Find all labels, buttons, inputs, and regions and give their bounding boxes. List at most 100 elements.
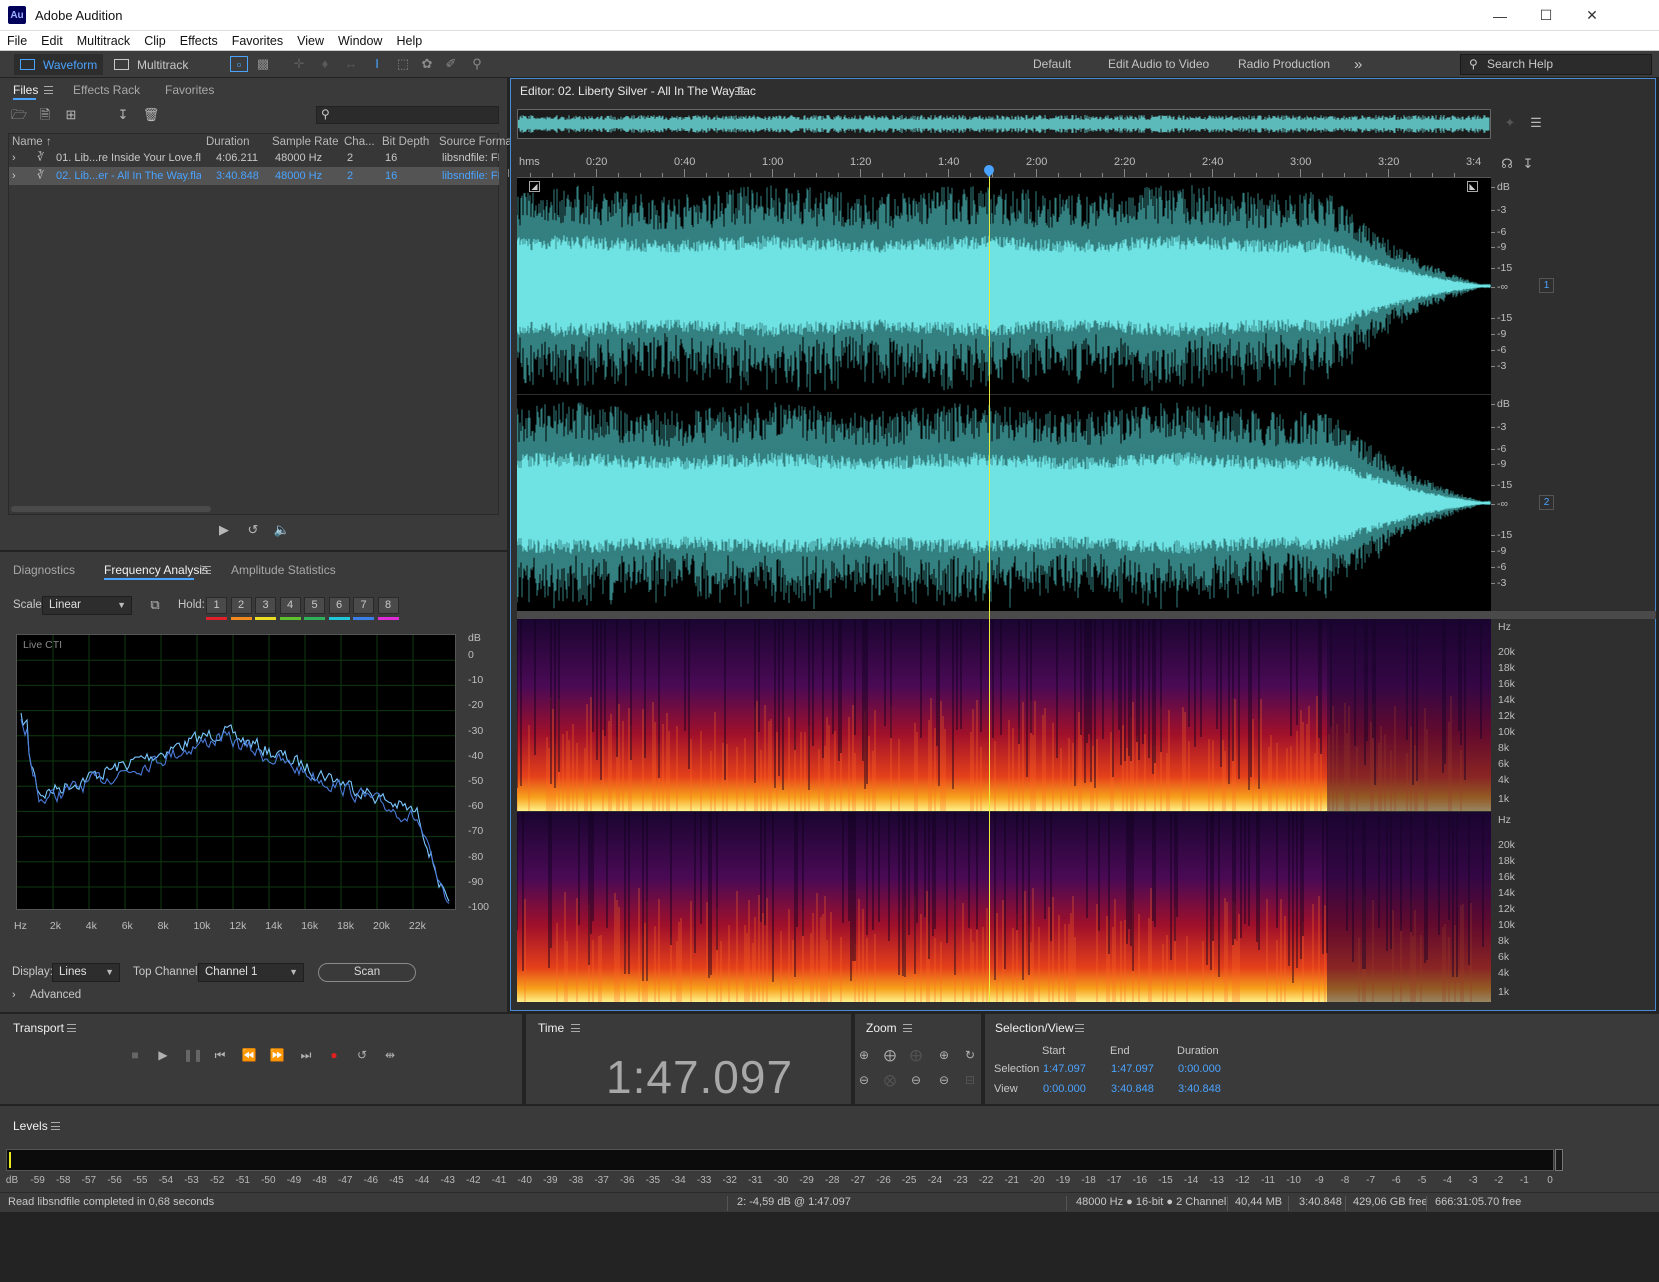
zoom-to-in-point-icon[interactable]: ⊕: [935, 1047, 953, 1063]
menu-clip[interactable]: Clip: [137, 34, 173, 48]
marquee-tool-icon[interactable]: ⬚: [394, 56, 412, 72]
menu-window[interactable]: Window: [331, 34, 389, 48]
loop-preview-icon[interactable]: ↺: [244, 522, 262, 538]
waveform-channel-2[interactable]: [517, 395, 1491, 611]
pause-icon[interactable]: ❚❚: [183, 1047, 203, 1063]
hold-button-2[interactable]: 2: [230, 597, 252, 614]
stop-icon[interactable]: ■: [126, 1047, 144, 1063]
expand-chevron-icon[interactable]: ›: [12, 149, 16, 167]
spot-healing-tool-icon[interactable]: ⚲: [468, 56, 486, 72]
razor-tool-icon[interactable]: ♦: [316, 56, 334, 72]
rewind-icon[interactable]: ⏪: [240, 1047, 258, 1063]
clip-indicator[interactable]: [1555, 1149, 1563, 1171]
display-select[interactable]: Lines ▼: [52, 963, 120, 982]
tab-amplitude-statistics[interactable]: Amplitude Statistics: [231, 563, 336, 577]
channel-1-badge[interactable]: 1: [1539, 278, 1554, 293]
advanced-chevron-icon[interactable]: ›: [12, 989, 16, 1001]
workspace-edit-audio-to-video[interactable]: Edit Audio to Video: [1108, 51, 1209, 78]
menu-file[interactable]: File: [0, 34, 34, 48]
transport-menu-icon[interactable]: [67, 1024, 76, 1032]
minimize-icon[interactable]: —: [1477, 0, 1523, 31]
selection-view-menu-icon[interactable]: [1075, 1024, 1084, 1032]
view-start[interactable]: 0:00.000: [1043, 1083, 1086, 1095]
view-duration[interactable]: 3:40.848: [1178, 1083, 1221, 1095]
time-ruler[interactable]: hms 0:20 0:40 1:00 1:20 1:40 2:00 2:20 2:40 3:00…: [508, 152, 1491, 178]
zoom-reset-icon[interactable]: ↻: [961, 1047, 979, 1063]
zoom-in-time-icon[interactable]: ⨁: [881, 1047, 899, 1063]
tab-favorites[interactable]: Favorites: [165, 83, 214, 97]
hold-button-4[interactable]: 4: [279, 597, 301, 614]
play-icon[interactable]: ▶: [154, 1047, 172, 1063]
skip-selection-icon[interactable]: ⇹: [381, 1047, 399, 1063]
zoom-to-out-point-icon[interactable]: ⊖: [935, 1072, 953, 1088]
selection-end[interactable]: 1:47.097: [1111, 1063, 1154, 1075]
tab-files[interactable]: Files: [13, 83, 38, 97]
zoom-to-selection-icon[interactable]: ✦: [1501, 115, 1519, 131]
time-menu-icon[interactable]: [571, 1024, 580, 1032]
zoom-out-full-icon[interactable]: ⊖: [907, 1072, 925, 1088]
tab-effects-rack[interactable]: Effects Rack: [73, 83, 140, 97]
record-icon[interactable]: ●: [325, 1047, 343, 1063]
waveform-channel-1[interactable]: ◢ ◣: [517, 178, 1491, 394]
slip-tool-icon[interactable]: ↔: [342, 56, 360, 72]
selection-start[interactable]: 1:47.097: [1043, 1063, 1086, 1075]
hold-button-6[interactable]: 6: [328, 597, 350, 614]
fade-in-handle-icon[interactable]: ◢: [529, 181, 540, 192]
go-to-end-icon[interactable]: ⏭: [297, 1047, 315, 1063]
menu-effects[interactable]: Effects: [173, 34, 225, 48]
menu-view[interactable]: View: [290, 34, 331, 48]
editor-menu-icon[interactable]: [735, 87, 744, 95]
zoom-in-amplitude-icon[interactable]: ⊕: [855, 1047, 873, 1063]
hold-button-1[interactable]: 1: [206, 597, 227, 614]
pin-icon[interactable]: ↧: [1519, 156, 1537, 172]
show-spectral-icon[interactable]: ▩: [254, 56, 272, 72]
hold-button-5[interactable]: 5: [304, 597, 325, 614]
current-time-display[interactable]: 1:47.097: [606, 1050, 793, 1104]
fade-out-handle-icon[interactable]: ◣: [1467, 181, 1478, 192]
top-channel-select[interactable]: Channel 1 ▼: [198, 963, 304, 982]
menu-favorites[interactable]: Favorites: [225, 34, 290, 48]
playhead[interactable]: [988, 171, 990, 1002]
loop-playback-icon[interactable]: ↺: [353, 1047, 371, 1063]
show-waveform-icon[interactable]: ▫: [230, 56, 248, 72]
files-search-input[interactable]: ⚲: [316, 106, 499, 124]
menu-edit[interactable]: Edit: [34, 34, 70, 48]
channel-2-badge[interactable]: 2: [1539, 495, 1554, 510]
overview-waveform[interactable]: [517, 109, 1491, 139]
spectral-channel-2[interactable]: [517, 812, 1491, 1002]
zoom-out-time-icon[interactable]: ⨂: [881, 1072, 899, 1088]
insert-into-multitrack-icon[interactable]: ↧: [114, 107, 132, 123]
col-channels[interactable]: Cha...: [344, 136, 375, 148]
time-selection-tool-icon[interactable]: I: [368, 56, 386, 72]
spectral-channel-1[interactable]: [517, 619, 1491, 811]
go-to-start-icon[interactable]: ⏮: [211, 1047, 229, 1063]
overview-menu-icon[interactable]: ☰: [1527, 115, 1545, 131]
move-tool-icon[interactable]: ✛: [290, 56, 308, 72]
waveform-mode-button[interactable]: Waveform: [14, 54, 104, 75]
open-file-icon[interactable]: 🗁: [10, 107, 28, 123]
advanced-toggle[interactable]: Advanced: [30, 989, 81, 1001]
workspace-radio-production[interactable]: Radio Production: [1238, 51, 1330, 78]
table-row[interactable]: › ∛ 01. Lib...re Inside Your Love.flac 4…: [9, 149, 499, 167]
menu-multitrack[interactable]: Multitrack: [70, 34, 137, 48]
selection-duration[interactable]: 0:00.000: [1178, 1063, 1221, 1075]
col-source-format[interactable]: Source Forma: [439, 136, 512, 148]
brush-tool-icon[interactable]: ✐: [442, 56, 460, 72]
scale-select[interactable]: Linear ▼: [42, 596, 132, 615]
zoom-in-selection-icon[interactable]: ⨁: [907, 1047, 925, 1063]
more-workspaces-icon[interactable]: »: [1354, 51, 1362, 78]
zoom-fit-icon[interactable]: ⊟: [961, 1072, 979, 1088]
scan-button[interactable]: Scan: [318, 963, 416, 982]
multitrack-mode-button[interactable]: Multitrack: [108, 54, 194, 75]
hold-button-7[interactable]: 7: [353, 597, 374, 614]
import-file-icon[interactable]: 🗎: [36, 107, 54, 123]
view-end[interactable]: 3:40.848: [1111, 1083, 1154, 1095]
menu-help[interactable]: Help: [389, 34, 429, 48]
capture-snapshot-icon[interactable]: ⧉: [146, 597, 164, 613]
lasso-tool-icon[interactable]: ✿: [418, 56, 436, 72]
headphones-icon[interactable]: ☊: [1498, 156, 1516, 172]
hold-button-3[interactable]: 3: [255, 597, 276, 614]
horizontal-scrollbar[interactable]: [11, 506, 211, 512]
levels-menu-icon[interactable]: [51, 1122, 60, 1130]
waveform-spectral-splitter[interactable]: [517, 611, 1656, 619]
